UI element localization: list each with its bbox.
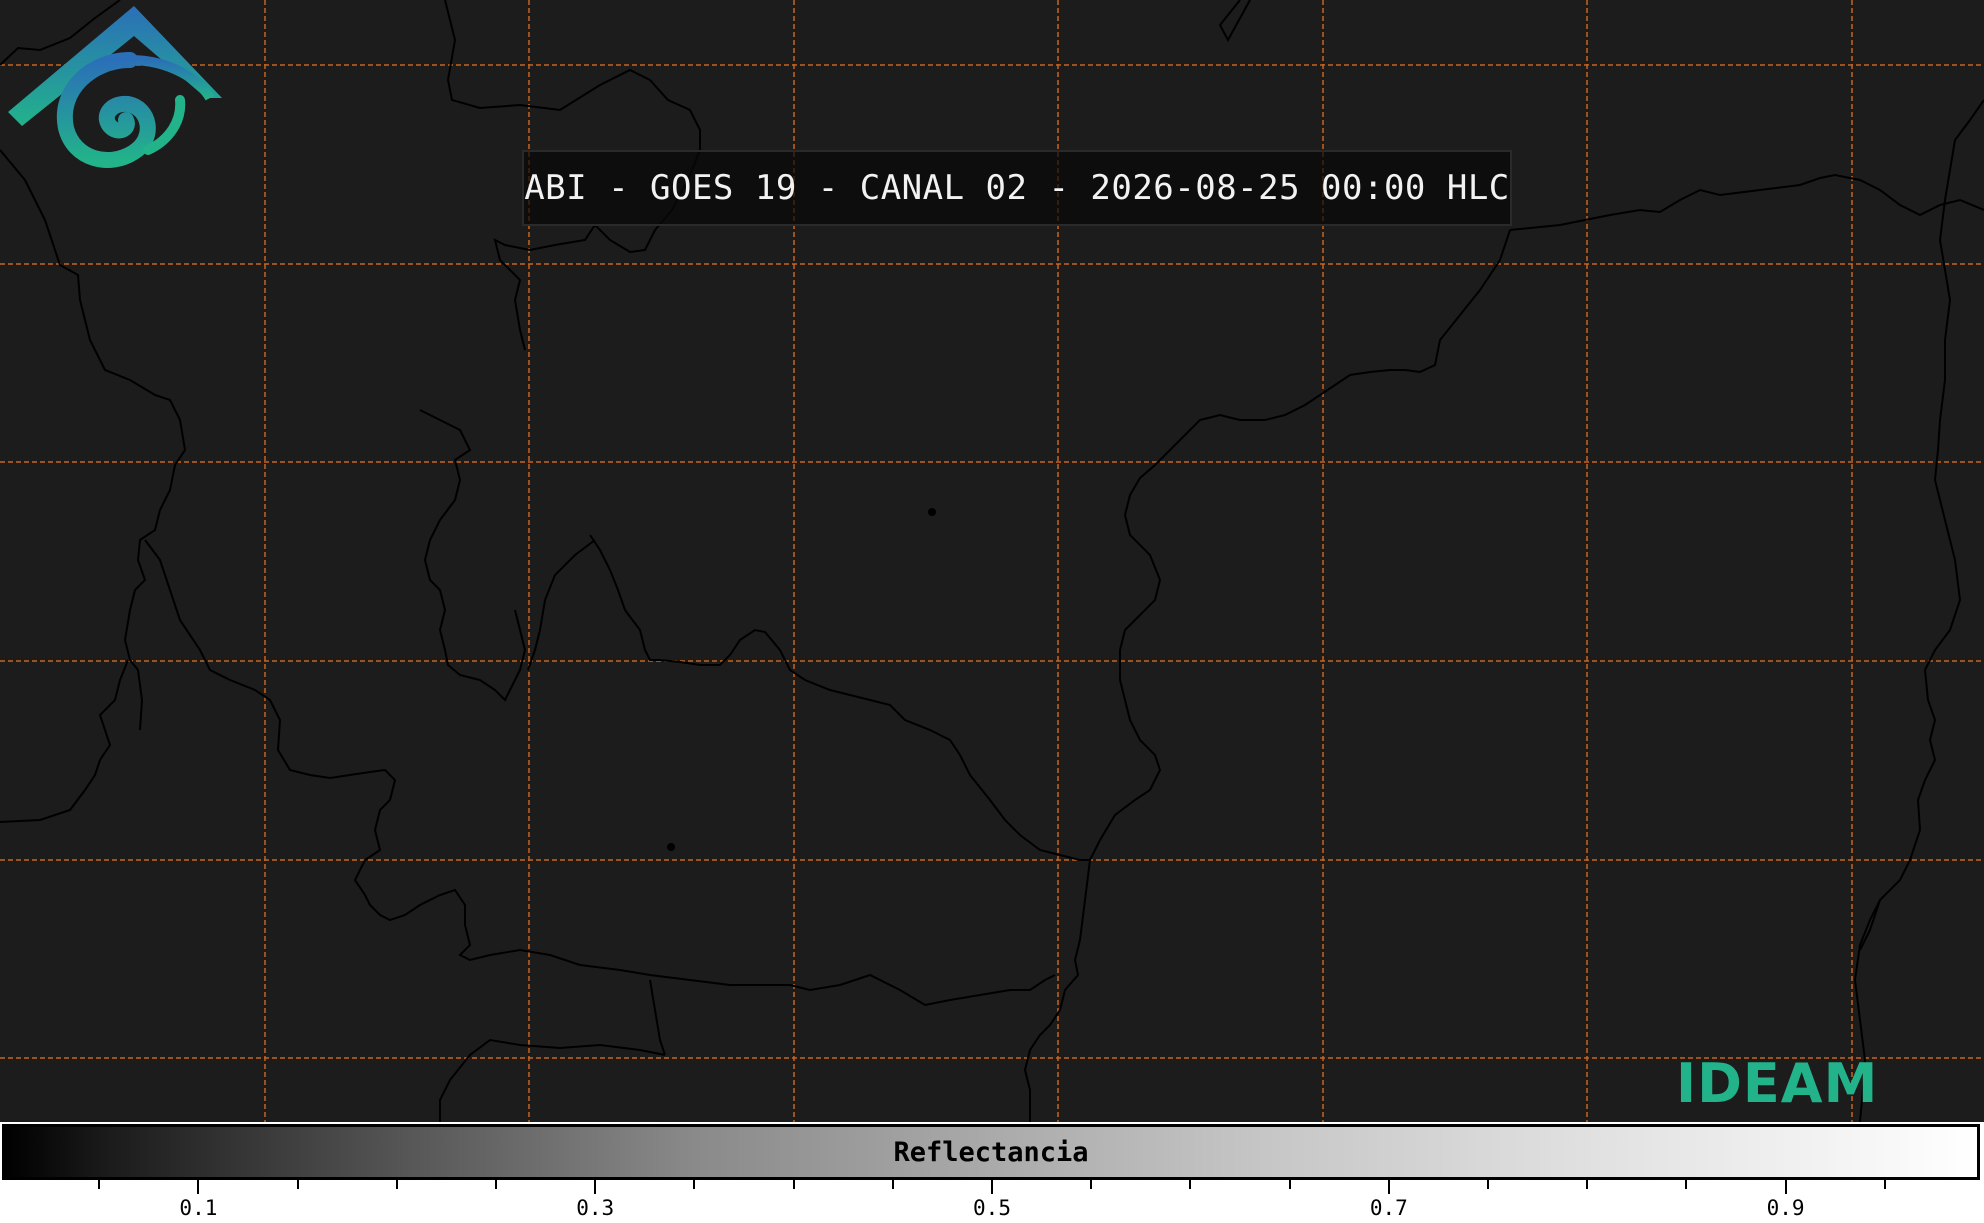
boundary-line (1859, 899, 1881, 951)
map-title: ABI - GOES 19 - CANAL 02 - 2026-08-25 00… (524, 168, 1510, 208)
colorbar-tick (1487, 1180, 1489, 1189)
colorbar-tick (594, 1180, 597, 1194)
colorbar-label: Reflectancia (893, 1136, 1089, 1168)
boundary-line (0, 149, 187, 731)
city-marker (928, 508, 936, 516)
colorbar-tick (197, 1180, 200, 1194)
colorbar-tick (1288, 1180, 1291, 1189)
satellite-map[interactable]: ABI - GOES 19 - CANAL 02 - 2026-08-25 00… (0, 0, 1984, 1122)
colorbar-tick (792, 1180, 795, 1189)
colorbar-tick (495, 1180, 497, 1189)
colorbar-tick (98, 1180, 101, 1189)
boundary-line (144, 539, 1056, 1007)
map-title-box: ABI - GOES 19 - CANAL 02 - 2026-08-25 00… (522, 150, 1512, 226)
colorbar-tick (991, 1180, 993, 1194)
boundary-line (0, 659, 129, 823)
colorbar-tick-label: 0.1 (179, 1196, 218, 1220)
colorbar-tick-label: 0.7 (1369, 1196, 1408, 1220)
ideam-logo-text: IDEAM (1676, 1052, 1879, 1115)
colorbar-tick-label: 0.9 (1766, 1196, 1805, 1220)
colorbar-tick (1090, 1180, 1093, 1189)
colorbar-tick (1387, 1180, 1390, 1194)
boundary-line (1218, 0, 1251, 43)
colorbar-tick (1586, 1180, 1589, 1189)
colorbar-tick (1189, 1180, 1192, 1189)
boundary-line (589, 534, 1090, 861)
ideam-logo-icon (8, 6, 222, 168)
colorbar-tick (1883, 1180, 1886, 1189)
colorbar-tick (891, 1180, 894, 1189)
colorbar-tick (1685, 1180, 1688, 1189)
colorbar-tick (1784, 1180, 1787, 1194)
colorbar: Reflectancia (2, 1124, 1980, 1180)
boundary-line (649, 979, 666, 1056)
boundary-line (1509, 173, 1984, 231)
boundary-line (527, 539, 596, 671)
colorbar-tick-label: 0.5 (973, 1196, 1011, 1220)
colorbar-tick-label: 0.3 (576, 1196, 615, 1220)
boundary-line (419, 409, 527, 702)
boundary-line (439, 1038, 666, 1122)
boundary-line (1853, 99, 1984, 1122)
colorbar-tick (693, 1180, 696, 1189)
colorbar-ticks: 0.1 0.3 0.5 0.7 0.9 (0, 1180, 1984, 1223)
colorbar-tick (395, 1180, 398, 1189)
colorbar-tick (296, 1180, 299, 1189)
boundary-line (1089, 229, 1511, 861)
city-marker (667, 843, 675, 851)
